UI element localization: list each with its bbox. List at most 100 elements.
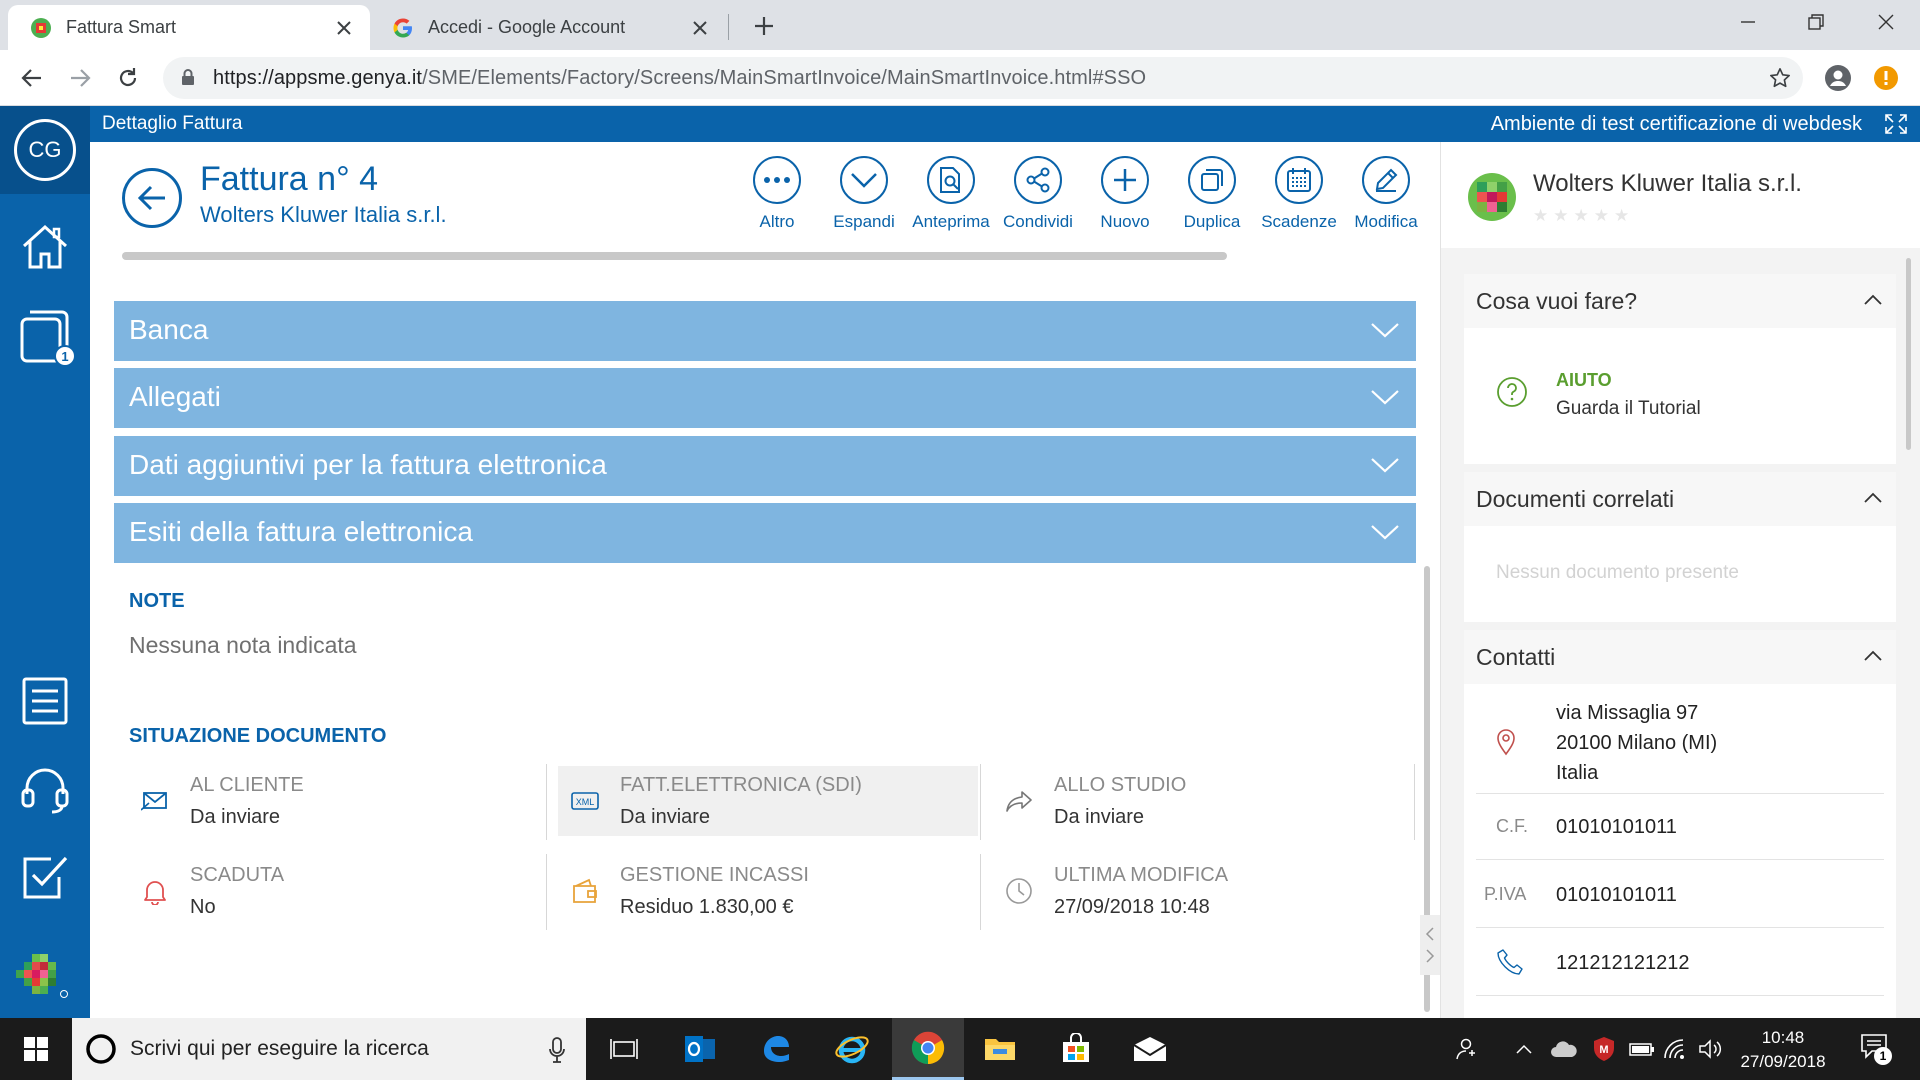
chevron-left-icon (1425, 927, 1434, 941)
lock-icon[interactable] (181, 69, 195, 86)
tab-fattura-smart[interactable]: Fattura Smart (8, 5, 370, 50)
chrome-app[interactable] (892, 1018, 964, 1080)
duplicate-icon (1188, 156, 1236, 204)
home-icon (22, 224, 68, 269)
section-banca[interactable]: Banca (114, 301, 1416, 361)
taskbar-search[interactable]: Scrivi qui per eseguire la ricerca (72, 1018, 586, 1080)
people-button[interactable] (1440, 1018, 1490, 1080)
battery-icon (1629, 1043, 1654, 1056)
show-hidden-icons-button[interactable] (1504, 1018, 1544, 1080)
document-customer: Wolters Kluwer Italia s.r.l. (200, 202, 447, 227)
preview-icon (927, 156, 975, 204)
status-fatt-elettronica[interactable]: XML FATT.ELETTRONICA (SDI) Da inviare (558, 766, 978, 836)
document-header: Fattura n° 4 Wolters Kluwer Italia s.r.l… (90, 142, 1440, 248)
related-documents-header[interactable]: Documenti correlati (1464, 472, 1896, 526)
question-icon (1496, 376, 1528, 408)
outlook-app[interactable] (664, 1018, 736, 1080)
company-name: Wolters Kluwer Italia s.r.l. (1533, 170, 1802, 197)
browser-toolbar: https://appsme.genya.it/SME/Elements/Fac… (0, 50, 1920, 106)
volume-tray[interactable] (1690, 1018, 1730, 1080)
fullscreen-icon[interactable] (1884, 113, 1908, 135)
rating-stars[interactable]: ★★★★★ (1533, 206, 1634, 226)
new-tab-button[interactable] (748, 10, 780, 42)
clock-icon (1002, 874, 1036, 908)
status-label: FATT.ELETTRONICA (SDI) (620, 774, 862, 796)
action-label: Anteprima (912, 212, 990, 231)
start-button[interactable] (0, 1018, 72, 1080)
envelope-icon (138, 784, 172, 818)
bookmark-star-icon[interactable] (1769, 67, 1791, 89)
profile-button[interactable] (1818, 58, 1858, 98)
address-bar[interactable]: https://appsme.genya.it/SME/Elements/Fac… (163, 57, 1803, 99)
file-explorer-app[interactable] (964, 1018, 1036, 1080)
onedrive-tray[interactable] (1544, 1018, 1584, 1080)
action-label: Nuovo (1100, 212, 1150, 231)
home-button[interactable] (0, 212, 90, 282)
nuovo-button[interactable]: Nuovo (1081, 156, 1169, 232)
tasks-button[interactable] (0, 844, 90, 910)
action-label: Espandi (833, 212, 895, 231)
duplica-button[interactable]: Duplica (1168, 156, 1256, 232)
panel-title: Documenti correlati (1476, 486, 1675, 512)
browser-tab-strip: Fattura Smart Accedi - Google Account (0, 0, 1920, 50)
edge-icon (764, 1036, 789, 1062)
chevron-up-icon[interactable] (1864, 492, 1882, 504)
phone-value[interactable]: 121212121212 (1556, 948, 1689, 978)
scadenze-button[interactable]: Scadenze (1255, 156, 1343, 232)
avatar[interactable]: CG (14, 119, 76, 181)
page-title: Dettaglio Fattura (102, 113, 243, 134)
document-title: Fattura n° 4 (200, 160, 379, 198)
taskbar-clock[interactable]: 10:48 27/09/2018 (1728, 1026, 1838, 1074)
minimize-button[interactable] (1714, 0, 1782, 44)
section-allegati[interactable]: Allegati (114, 368, 1416, 428)
app-header-bar: Dettaglio Fattura Ambiente di test certi… (90, 106, 1920, 142)
chrome-menu-button[interactable] (1866, 58, 1906, 98)
section-label: Banca (129, 314, 209, 345)
anteprima-button[interactable]: Anteprima (907, 156, 995, 232)
people-icon (1456, 1038, 1475, 1060)
edge-app[interactable] (740, 1018, 812, 1080)
section-dati-aggiuntivi[interactable]: Dati aggiuntivi per la fattura elettroni… (114, 436, 1416, 496)
help-tutorial-link[interactable]: Guarda il Tutorial (1556, 398, 1701, 420)
internet-explorer-icon (835, 1036, 869, 1064)
clock-time: 10:48 (1761, 1028, 1805, 1047)
contact-phone[interactable]: 121212121212 (1464, 928, 1896, 996)
support-button[interactable] (0, 756, 90, 822)
store-app[interactable] (1040, 1018, 1112, 1080)
status-scaduta: SCADUTA No (128, 856, 548, 926)
task-view-button[interactable] (588, 1018, 660, 1080)
section-esiti[interactable]: Esiti della fattura elettronica (114, 503, 1416, 563)
close-tab-icon[interactable] (330, 14, 358, 42)
modifica-button[interactable]: Modifica (1342, 156, 1430, 232)
list-button[interactable] (0, 668, 90, 734)
action-center-button[interactable]: 1 (1846, 1018, 1906, 1080)
wolters-kluwer-logo (0, 946, 90, 1012)
close-tab-icon[interactable] (686, 14, 714, 42)
antivirus-tray[interactable]: M (1584, 1018, 1624, 1080)
mail-app[interactable] (1114, 1018, 1186, 1080)
help-title[interactable]: AIUTO (1556, 370, 1612, 391)
chevron-up-icon[interactable] (1864, 650, 1882, 662)
restore-button[interactable] (1782, 0, 1850, 44)
environment-label: Ambiente di test certificazione di webde… (1490, 113, 1862, 135)
condividi-button[interactable]: Condividi (994, 156, 1082, 232)
altro-button[interactable]: Altro (733, 156, 821, 232)
close-window-button[interactable] (1852, 0, 1920, 44)
status-gestione-incassi[interactable]: GESTIONE INCASSI Residuo 1.830,00 € (558, 856, 978, 926)
horizontal-scrollbar[interactable] (122, 252, 1227, 260)
documents-button[interactable]: 1 (0, 298, 90, 378)
forward-button[interactable] (60, 58, 100, 98)
reload-button[interactable] (108, 58, 148, 98)
back-to-list-button[interactable] (122, 168, 182, 228)
headset-icon (21, 768, 69, 814)
panel-toggle[interactable] (1420, 915, 1440, 975)
contacts-header[interactable]: Contatti (1464, 630, 1896, 684)
right-panel-scrollbar[interactable] (1906, 258, 1911, 450)
internet-explorer-app[interactable] (816, 1018, 888, 1080)
tab-google-account[interactable]: Accedi - Google Account (370, 5, 726, 50)
espandi-button[interactable]: Espandi (820, 156, 908, 232)
microphone-icon[interactable] (548, 1036, 566, 1064)
what-to-do-header[interactable]: Cosa vuoi fare? (1464, 274, 1896, 328)
chevron-up-icon[interactable] (1864, 294, 1882, 306)
back-button[interactable] (12, 58, 52, 98)
